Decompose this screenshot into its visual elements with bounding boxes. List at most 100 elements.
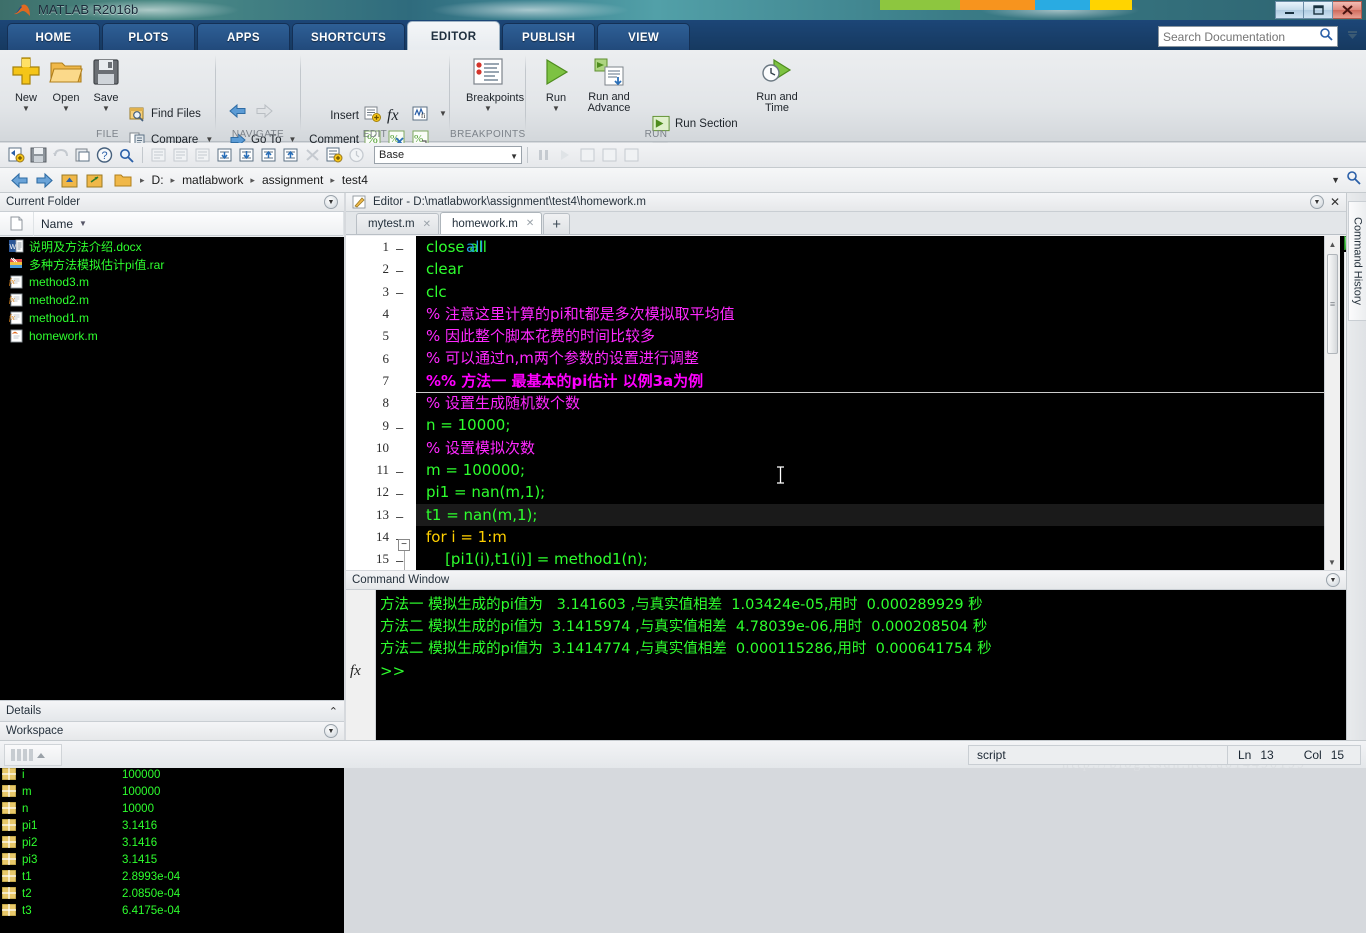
table-row[interactable]: pi3 3.1415 [0,851,344,868]
run-dropdown-arrow[interactable]: ▼ [534,104,578,113]
table-row[interactable]: t3 6.4175e-04 [0,902,344,919]
list-item[interactable]: fx method1.m [0,309,344,327]
tab-plots[interactable]: PLOTS [102,23,195,51]
scroll-up-arrow[interactable]: ▲ [1325,236,1340,252]
code-fold-toggle[interactable]: − [398,539,410,551]
search-documentation-box[interactable] [1158,26,1338,47]
breadcrumb-test4[interactable]: test4 [339,173,371,187]
step-out-icon[interactable] [258,145,279,165]
table-row[interactable]: t1 2.8993e-04 [0,868,344,885]
breadcrumb-drive[interactable]: D: [149,173,167,187]
new-dropdown-arrow[interactable]: ▼ [4,104,48,113]
new-editor-tab-button[interactable]: + [543,213,571,234]
breadcrumb-matlabwork[interactable]: matlabwork [179,173,246,187]
editor-tab-homework[interactable]: homework.m ✕ [440,212,543,234]
find-files-button[interactable]: Find Files [128,105,201,122]
list-item[interactable]: homework.m [0,327,344,345]
scroll-down-arrow[interactable]: ▼ [1325,554,1339,570]
editor-close-icon[interactable]: ✕ [1330,195,1340,209]
column-header-name[interactable]: Name ▼ [34,211,344,236]
forward-arrow-icon[interactable] [33,170,55,190]
table-row[interactable]: i 100000 [0,766,344,783]
layout-icon-2[interactable] [599,145,620,165]
editor-tab-mytest[interactable]: mytest.m ✕ [356,213,440,234]
undo-icon[interactable] [50,145,71,165]
pause-icon[interactable] [533,145,554,165]
list-item[interactable]: 多种方法模拟估计pi值.rar [0,255,344,273]
command-window-body[interactable]: fx 方法一 模拟生成的pi值为 3.141603 ,与真实值相差 1.0342… [346,590,1346,740]
collapse-ribbon-button[interactable] [1343,27,1361,46]
open-button[interactable]: Open ▼ [44,54,88,113]
command-prompt[interactable]: >> [380,660,1340,682]
navigate-back-button[interactable] [228,102,278,119]
scrollbar-thumb[interactable]: ≡ [1327,254,1338,354]
command-history-tab[interactable]: Command History [1348,201,1366,321]
layout-icon-3[interactable] [621,145,642,165]
details-panel-header[interactable]: Details ⌃ [0,700,344,722]
step-over-icon[interactable] [236,145,257,165]
tab-home[interactable]: HOME [7,23,100,51]
current-folder-file-list[interactable]: W 说明及方法介绍.docx 多种方法模拟估计pi值.rar fx method… [0,237,344,700]
up-folder-icon[interactable] [58,170,80,190]
table-row[interactable]: m 100000 [0,783,344,800]
cut-copy-icon[interactable] [72,145,93,165]
insert-block-button[interactable] [363,105,386,122]
code-text-content[interactable]: close all clear clc % 注意这里计算的pi和t都是多次模拟取… [416,236,1326,570]
step-icon-2[interactable] [170,145,191,165]
workspace-options-button[interactable]: ▼ [324,724,338,738]
list-item[interactable]: fx method2.m [0,291,344,309]
list-item[interactable]: W 说明及方法介绍.docx [0,237,344,255]
table-row[interactable]: n 10000 [0,800,344,817]
open-dropdown-arrow[interactable]: ▼ [44,104,88,113]
continue-icon[interactable] [555,145,576,165]
tab-apps[interactable]: APPS [197,23,290,51]
tab-publish[interactable]: PUBLISH [502,23,596,51]
address-dropdown-icon[interactable]: ▼ [1331,175,1340,185]
list-item[interactable]: fx method3.m [0,273,344,291]
step-up-icon[interactable] [280,145,301,165]
maximize-button[interactable] [1304,1,1333,19]
table-row[interactable]: t2 2.0850e-04 [0,885,344,902]
workspace-selector[interactable]: Base ▼ [374,146,522,164]
search-toolbar-icon[interactable] [116,145,137,165]
fx-icon[interactable]: fx [350,663,361,680]
back-arrow-icon[interactable] [8,170,30,190]
fold-and-breakpoint-column[interactable]: – – – – – – – – – − [394,236,416,570]
breakpoints-dropdown-arrow[interactable]: ▼ [466,104,510,113]
address-search-icon[interactable] [1346,170,1361,190]
browse-folder-icon[interactable] [83,170,105,190]
close-button[interactable] [1333,1,1362,19]
run-and-advance-button[interactable]: Run and Advance [578,54,640,114]
insert-function-button[interactable]: fx [387,107,399,125]
command-window-options-button[interactable]: ▼ [1326,573,1340,587]
help-icon[interactable]: ? [94,145,115,165]
breakpoints-button[interactable]: Breakpoints ▼ [466,54,524,113]
tab-editor[interactable]: EDITOR [407,21,501,51]
layout-icon-1[interactable] [577,145,598,165]
table-row[interactable]: pi1 3.1416 [0,817,344,834]
step-icon-3[interactable] [192,145,213,165]
search-input[interactable] [1163,29,1319,44]
save-dropdown-arrow[interactable]: ▼ [84,104,128,113]
editor-vertical-scrollbar[interactable]: ▲ ≡ ▼ [1324,236,1340,570]
history-clock-icon[interactable] [346,145,367,165]
table-row[interactable]: pi2 3.1416 [0,834,344,851]
close-icon[interactable]: ✕ [423,219,431,230]
workspace-variable-list[interactable]: i 100000 m 100000 n 10000 pi1 3.1416 pi2… [0,766,344,933]
run-and-time-button[interactable]: Run and Time [748,54,806,114]
new-button[interactable]: New ▼ [4,54,48,113]
breadcrumb-assignment[interactable]: assignment [259,173,326,187]
tab-view[interactable]: VIEW [597,23,691,51]
minimize-button[interactable] [1275,1,1304,19]
step-in-icon[interactable] [214,145,235,165]
close-icon[interactable]: ✕ [526,218,534,229]
tab-shortcuts[interactable]: SHORTCUTS [292,23,406,51]
chevron-up-icon[interactable]: ⌃ [329,705,338,718]
code-editing-area[interactable]: 1 2 3 4 5 6 7 8 9 10 11 12 13 14 15 – – … [346,236,1346,570]
save-button[interactable]: Save ▼ [84,54,128,113]
insert-dropdown-arrow[interactable]: ▼ [439,109,447,118]
step-icon-1[interactable] [148,145,169,165]
edit-script-icon[interactable] [324,145,345,165]
insert-fi-button[interactable]: fi ▼ [411,105,447,122]
new-script-icon[interactable] [6,145,27,165]
